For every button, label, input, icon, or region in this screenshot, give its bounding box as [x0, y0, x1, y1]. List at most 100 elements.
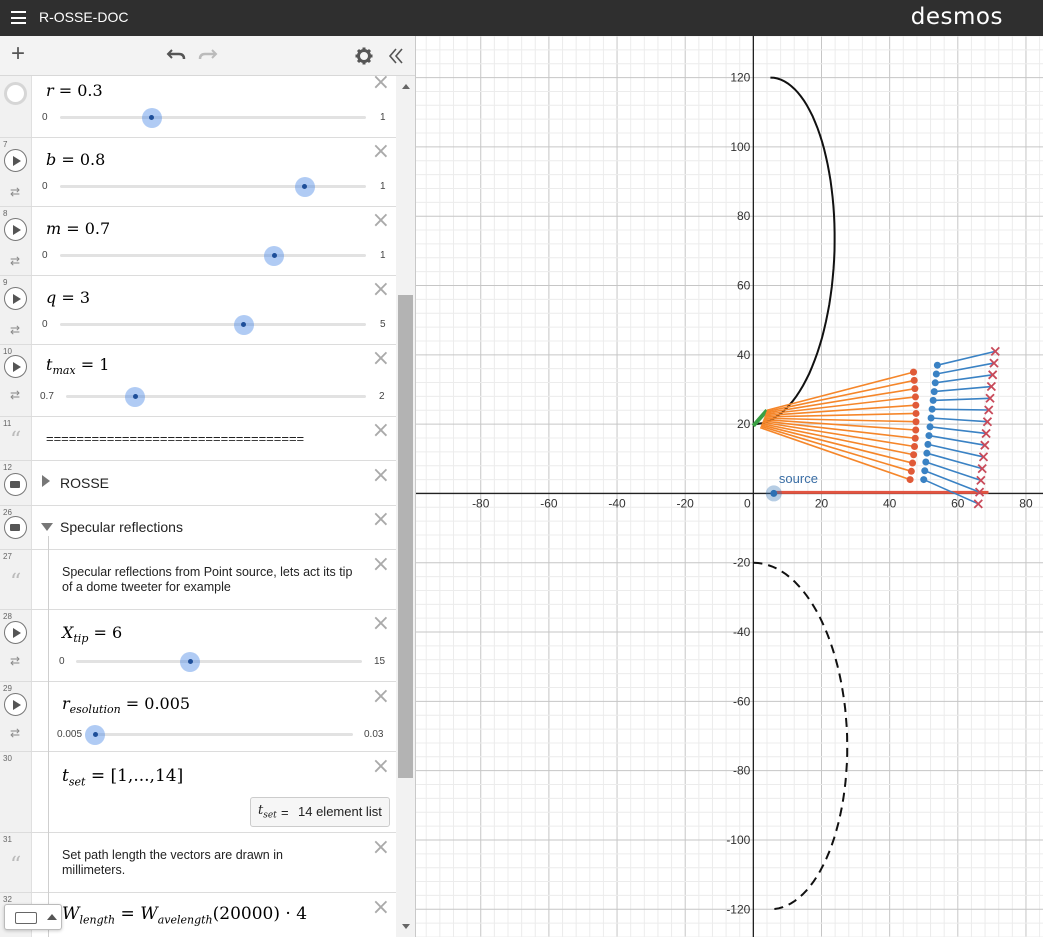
expression-item[interactable]: 30 tset = [1,...,14] tset = 14 element l…: [0, 752, 396, 833]
expression-math[interactable]: resolution = 0.005: [62, 694, 190, 716]
hamburger-icon[interactable]: [11, 11, 26, 24]
play-icon[interactable]: [4, 621, 27, 644]
expression-math[interactable]: m = 0.7: [46, 219, 110, 238]
caret-down-icon[interactable]: [41, 523, 53, 531]
expression-math[interactable]: q = 3: [46, 288, 90, 307]
slider-max[interactable]: 5: [380, 319, 386, 330]
note-text[interactable]: Specular reflections from Point source, …: [62, 565, 362, 595]
expression-scrollbar[interactable]: [396, 76, 415, 937]
slider-track[interactable]: [95, 733, 353, 736]
loop-icon[interactable]: ⇄: [10, 655, 20, 667]
expression-number: 10: [3, 347, 12, 356]
expression-item[interactable]: 9 ⇄ q = 3 0 5 ×: [0, 276, 396, 345]
expression-math[interactable]: r = 0.3: [46, 81, 103, 100]
play-icon[interactable]: [4, 355, 27, 378]
delete-icon[interactable]: ×: [372, 141, 390, 163]
hidden-toggle-icon[interactable]: [4, 82, 27, 105]
graph-canvas[interactable]: -80 -60 -40 -20 0 20 40 60 80 120 100 80 60 40 20 -20 -4…: [416, 36, 1043, 937]
delete-icon[interactable]: ×: [372, 210, 390, 232]
slider-thumb[interactable]: [180, 651, 201, 672]
delete-icon[interactable]: ×: [372, 756, 390, 778]
slider-max[interactable]: 1: [380, 181, 386, 192]
slider-thumb[interactable]: [294, 176, 315, 197]
slider-min[interactable]: 0.005: [57, 729, 82, 740]
slider-max[interactable]: 2: [379, 391, 385, 402]
slider-min[interactable]: 0: [42, 250, 48, 261]
slider-thumb[interactable]: [264, 245, 285, 266]
slider-min[interactable]: 0: [42, 181, 48, 192]
folder-item[interactable]: 12 ROSSE ×: [0, 461, 396, 506]
expression-item[interactable]: 29 ⇄ resolution = 0.005 0.005 0.03 ×: [0, 682, 396, 752]
play-icon[interactable]: [4, 218, 27, 241]
note-text[interactable]: ==================================: [46, 431, 304, 446]
delete-icon[interactable]: ×: [372, 686, 390, 708]
slider-track[interactable]: [76, 660, 362, 663]
expression-item[interactable]: 7 ⇄ b = 0.8 0 1 ×: [0, 138, 396, 207]
loop-icon[interactable]: ⇄: [10, 324, 20, 336]
expression-math[interactable]: Xtip = 6: [62, 623, 122, 645]
slider-thumb[interactable]: [233, 314, 254, 335]
scroll-down-icon[interactable]: [402, 924, 410, 929]
folder-title[interactable]: Specular reflections: [60, 519, 183, 535]
delete-icon[interactable]: ×: [372, 76, 390, 94]
expression-math[interactable]: b = 0.8: [46, 150, 105, 169]
delete-icon[interactable]: ×: [372, 509, 390, 531]
slider-track[interactable]: [66, 395, 366, 398]
slider-thumb[interactable]: [125, 386, 146, 407]
slider-max[interactable]: 15: [374, 656, 385, 667]
delete-icon[interactable]: ×: [372, 279, 390, 301]
scrollbar-thumb[interactable]: [398, 295, 413, 778]
play-icon[interactable]: [4, 287, 27, 310]
gear-icon[interactable]: [355, 47, 373, 65]
folder-item[interactable]: 26 Specular reflections ×: [0, 506, 396, 550]
note-item[interactable]: 11 “ ================================== ×: [0, 417, 396, 461]
delete-icon[interactable]: ×: [372, 465, 390, 487]
expression-math[interactable]: tset = [1,...,14]: [62, 766, 183, 788]
slider-min[interactable]: 0: [59, 656, 65, 667]
folder-icon[interactable]: [4, 516, 27, 539]
loop-icon[interactable]: ⇄: [10, 186, 20, 198]
delete-icon[interactable]: ×: [372, 897, 390, 919]
slider-max[interactable]: 1: [380, 112, 386, 123]
slider-min[interactable]: 0.7: [40, 391, 54, 402]
expression-math[interactable]: tmax = 1: [46, 355, 109, 377]
folder-icon[interactable]: [4, 473, 27, 496]
document-title[interactable]: R-OSSE-DOC: [39, 9, 128, 25]
delete-icon[interactable]: ×: [372, 348, 390, 370]
loop-icon[interactable]: ⇄: [10, 727, 20, 739]
delete-icon[interactable]: ×: [372, 420, 390, 442]
scroll-up-icon[interactable]: [402, 84, 410, 89]
slider-track[interactable]: [60, 116, 366, 119]
delete-icon[interactable]: ×: [372, 613, 390, 635]
note-item[interactable]: 27 “ Specular reflections from Point sour…: [0, 550, 396, 610]
slider-max[interactable]: 1: [380, 250, 386, 261]
loop-icon[interactable]: ⇄: [10, 389, 20, 401]
play-icon[interactable]: [4, 149, 27, 172]
delete-icon[interactable]: ×: [372, 554, 390, 576]
slider-track[interactable]: [60, 254, 366, 257]
caret-right-icon[interactable]: [42, 475, 50, 487]
double-chevron-left-icon[interactable]: [387, 47, 405, 65]
keyboard-toggle-button[interactable]: [4, 904, 62, 930]
expression-item[interactable]: 10 ⇄ tmax = 1 0.7 2 ×: [0, 345, 396, 417]
redo-icon[interactable]: [198, 46, 218, 62]
loop-icon[interactable]: ⇄: [10, 255, 20, 267]
slider-min[interactable]: 0: [42, 112, 48, 123]
slider-track[interactable]: [60, 323, 366, 326]
slider-min[interactable]: 0: [42, 319, 48, 330]
undo-icon[interactable]: [166, 46, 186, 62]
folder-title[interactable]: ROSSE: [60, 475, 109, 491]
slider-thumb[interactable]: [141, 107, 162, 128]
note-item[interactable]: 31 “ Set path length the vectors are draw…: [0, 833, 396, 893]
slider-track[interactable]: [60, 185, 366, 188]
expression-item[interactable]: r = 0.3 0 1 ×: [0, 76, 396, 138]
expression-item[interactable]: 28 ⇄ Xtip = 6 0 15 ×: [0, 610, 396, 682]
expression-item[interactable]: 8 ⇄ m = 0.7 0 1 ×: [0, 207, 396, 276]
play-icon[interactable]: [4, 693, 27, 716]
expression-math[interactable]: Wlength = Wavelength(20000) · 4: [62, 904, 307, 926]
delete-icon[interactable]: ×: [372, 837, 390, 859]
slider-thumb[interactable]: [85, 724, 105, 745]
plus-icon[interactable]: +: [11, 42, 25, 66]
slider-max[interactable]: 0.03: [364, 729, 383, 740]
note-text[interactable]: Set path length the vectors are drawn in…: [62, 848, 342, 878]
